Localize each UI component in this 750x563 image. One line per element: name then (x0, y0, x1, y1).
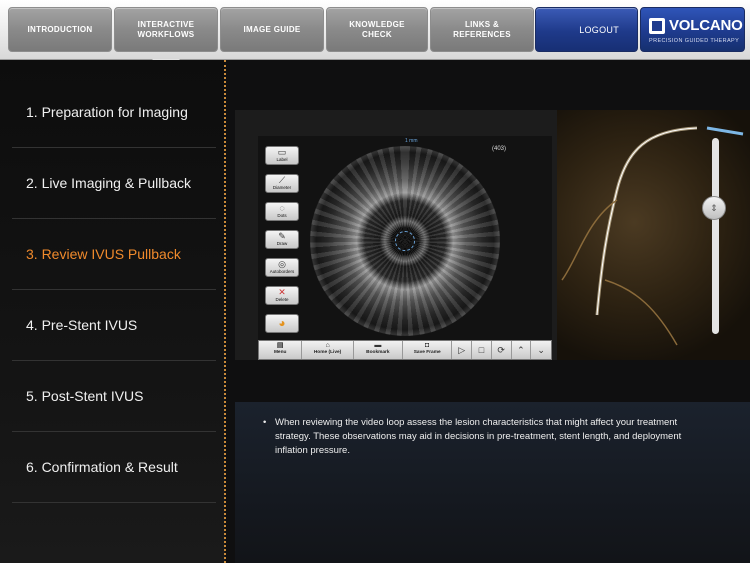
sidebar-item-confirmation[interactable]: 6. Confirmation & Result (12, 432, 216, 503)
previous-frame-button[interactable]: ⌃ (512, 341, 532, 359)
scale-label: 1 mm (405, 138, 418, 144)
draw-tool-button[interactable]: ✎ Draw (265, 230, 299, 249)
button-label: Menu (273, 350, 287, 355)
brand-logo: VOLCANO PRECISION GUIDED THERAPY (640, 7, 745, 52)
color-tool-button[interactable]: ◕ (265, 314, 299, 333)
autoborders-icon: ◎ (278, 259, 286, 269)
note-bullet: When reviewing the video loop assess the… (263, 416, 695, 458)
dots-tool-button[interactable]: ◌ Dots (265, 202, 299, 221)
tab-image-guide[interactable]: IMAGE GUIDE (220, 7, 324, 52)
up-down-arrows-icon: ⇕ (710, 202, 718, 213)
sidebar-item-label: 4. Pre-Stent IVUS (26, 317, 138, 333)
home-icon: ⌂ (325, 342, 330, 349)
button-label: Save Frame (413, 350, 441, 355)
tool-label: Autoborders (269, 269, 295, 274)
ivus-viewer: ▭ Label ⟋ Diameter ◌ Dots ✎ Draw ◎ Autoborder… (258, 136, 552, 360)
tab-knowledge-check[interactable]: KNOWLEDGE CHECK (326, 7, 428, 52)
notes-list: When reviewing the video loop assess the… (263, 416, 695, 458)
draw-icon: ✎ (278, 231, 286, 241)
autoborders-tool-button[interactable]: ◎ Autoborders (265, 258, 299, 277)
brand-tagline: PRECISION GUIDED THERAPY (649, 38, 740, 44)
play-button[interactable]: ▷ (452, 341, 473, 359)
tab-label: INTERACTIVE WORKFLOWS (137, 19, 195, 39)
color-wheel-icon: ◕ (278, 316, 286, 330)
chevron-up-icon: ⌃ (517, 344, 525, 355)
bookmark-button[interactable]: ▬ Bookmark (354, 341, 404, 359)
menu-button[interactable]: ▤ Menu (259, 341, 303, 359)
sidebar-item-live-imaging[interactable]: 2. Live Imaging & Pullback (12, 148, 216, 219)
tab-introduction[interactable]: INTRODUCTION (8, 7, 112, 52)
play-icon: ▷ (458, 344, 466, 355)
notes-panel: When reviewing the video loop assess the… (235, 402, 750, 563)
workflow-sidebar: 1. Preparation for Imaging 2. Live Imagi… (0, 60, 225, 563)
tab-interactive-workflows[interactable]: INTERACTIVE WORKFLOWS (114, 7, 218, 52)
tool-label: Draw (276, 241, 288, 246)
app-window: INTRODUCTION INTERACTIVE WORKFLOWS IMAGE… (0, 0, 750, 563)
bookmark-icon: ▬ (374, 342, 382, 349)
dots-icon: ◌ (279, 203, 285, 213)
sidebar-item-label: 1. Preparation for Imaging (26, 104, 188, 120)
angiogram-image: ⇕ (557, 110, 750, 360)
tool-label: Diameter (272, 185, 292, 190)
logout-button[interactable]: LOGOUT (535, 7, 638, 52)
logout-label: LOGOUT (579, 24, 619, 35)
diameter-tool-button[interactable]: ⟋ Diameter (265, 174, 299, 193)
pullback-slider-track[interactable] (712, 138, 719, 334)
button-label: Home (Live) (313, 350, 342, 355)
tool-label: Dots (277, 213, 287, 218)
next-frame-button[interactable]: ⌄ (531, 341, 551, 359)
stop-icon: □ (478, 345, 485, 355)
label-tool-button[interactable]: ▭ Label (265, 146, 299, 165)
tool-label: Delete (275, 297, 289, 302)
button-label: Bookmark (366, 350, 390, 355)
home-live-button[interactable]: ⌂ Home (Live) (302, 341, 354, 359)
diameter-icon: ⟋ (278, 175, 286, 185)
tab-label: INTRODUCTION (27, 24, 93, 34)
tab-label: LINKS & REFERENCES (453, 19, 511, 39)
tab-label: IMAGE GUIDE (243, 24, 301, 34)
menu-icon: ▤ (276, 342, 284, 349)
vessel-path (561, 126, 744, 346)
top-navigation-bar: INTRODUCTION INTERACTIVE WORKFLOWS IMAGE… (0, 0, 750, 60)
delete-icon: ✕ (278, 287, 286, 297)
pullback-slider-handle[interactable]: ⇕ (702, 196, 726, 220)
viewer-toolbar: ▤ Menu ⌂ Home (Live) ▬ Bookmark ◘ Save Frame… (258, 340, 552, 360)
label-icon: ▭ (277, 147, 287, 157)
delete-tool-button[interactable]: ✕ Delete (265, 286, 299, 305)
sidebar-item-pre-stent[interactable]: 4. Pre-Stent IVUS (12, 290, 216, 361)
tab-links-references[interactable]: LINKS & REFERENCES (430, 7, 534, 52)
brand-name: VOLCANO (669, 17, 743, 34)
sidebar-item-label: 2. Live Imaging & Pullback (26, 175, 191, 191)
catheter-marker (395, 231, 415, 251)
stop-button[interactable]: □ (472, 341, 492, 359)
volcano-logo-icon (649, 18, 665, 34)
chevron-down-icon: ⌄ (537, 344, 545, 355)
tab-label: KNOWLEDGE CHECK (349, 19, 405, 39)
sidebar-item-label: 5. Post-Stent IVUS (26, 388, 144, 404)
camera-icon: ◘ (425, 342, 430, 349)
sidebar-item-preparation[interactable]: 1. Preparation for Imaging (12, 77, 216, 148)
frame-number: (403) (492, 146, 507, 152)
save-frame-button[interactable]: ◘ Save Frame (403, 341, 453, 359)
sidebar-item-label: 6. Confirmation & Result (26, 459, 178, 475)
sidebar-divider (224, 60, 226, 563)
loop-icon: ⟳ (497, 344, 505, 355)
tool-label: Label (276, 157, 288, 162)
sidebar-item-post-stent[interactable]: 5. Post-Stent IVUS (12, 361, 216, 432)
main-content: ▭ Label ⟋ Diameter ◌ Dots ✎ Draw ◎ Autoborder… (227, 60, 750, 563)
sidebar-item-review-pullback[interactable]: 3. Review IVUS Pullback (12, 219, 216, 290)
sidebar-item-label: 3. Review IVUS Pullback (26, 246, 181, 262)
loop-button[interactable]: ⟳ (492, 341, 512, 359)
